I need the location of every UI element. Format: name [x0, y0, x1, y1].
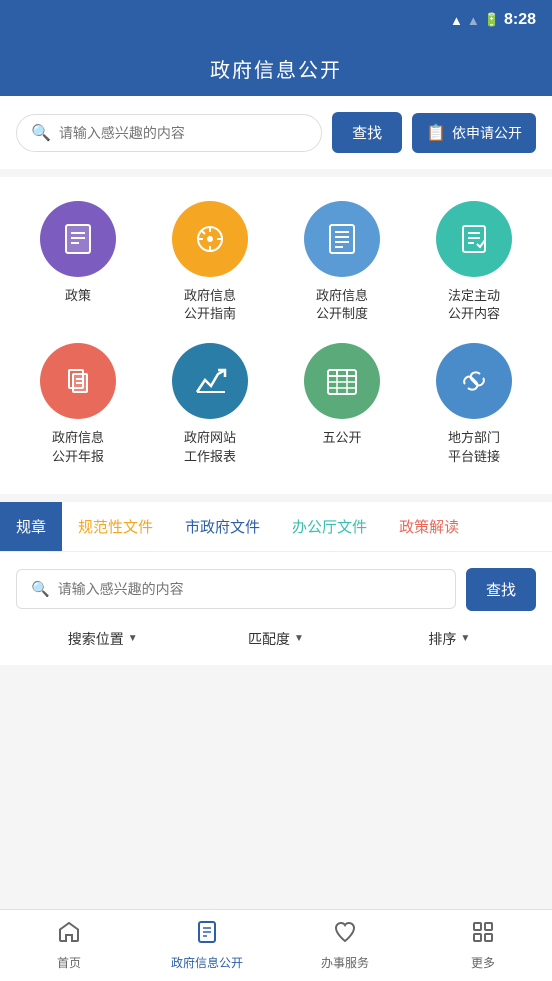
nav-services-label: 办事服务	[321, 954, 369, 971]
icon-item-report[interactable]: 政府网站工作报表	[148, 343, 272, 465]
legal-label: 法定主动公开内容	[448, 287, 500, 323]
tab-city[interactable]: 市政府文件	[169, 502, 276, 551]
nav-home[interactable]: 首页	[0, 910, 138, 981]
local-icon	[455, 362, 493, 400]
document-icon	[195, 920, 219, 950]
icon-system-circle	[304, 201, 380, 277]
icon-item-annual[interactable]: 政府信息公开年报	[16, 343, 140, 465]
apply-button[interactable]: 📋 依申请公开	[412, 113, 536, 153]
search-icon: 🔍	[31, 123, 51, 143]
local-label: 地方部门平台链接	[448, 429, 500, 465]
report-label: 政府网站工作报表	[184, 429, 236, 465]
annual-icon	[59, 362, 97, 400]
guide-icon	[191, 220, 229, 258]
sort-arrow-icon: ▼	[460, 633, 470, 644]
signal-icon: ▲	[450, 13, 463, 28]
tab-office-label: 办公厅文件	[292, 519, 367, 536]
nav-home-label: 首页	[57, 954, 81, 971]
battery-icon: 🔋	[484, 12, 500, 28]
status-icons: ▲ ▲ 🔋 8:28	[450, 11, 536, 29]
grid-icon	[471, 920, 495, 950]
filter-sort-label: 排序	[428, 629, 456, 649]
icon-five-circle	[304, 343, 380, 419]
legal-icon	[455, 220, 493, 258]
icon-report-circle	[172, 343, 248, 419]
policy-label: 政策	[65, 287, 91, 305]
icons-section: 政策 政府信息公开指南	[0, 177, 552, 494]
tab-normative[interactable]: 规范性文件	[62, 502, 169, 551]
filter-row: 搜索位置 ▼ 匹配度 ▼ 排序 ▼	[0, 619, 552, 665]
icon-local-circle	[436, 343, 512, 419]
location-arrow-icon: ▼	[128, 633, 138, 644]
filter-match-label: 匹配度	[248, 629, 290, 649]
tab-search-button[interactable]: 查找	[466, 568, 536, 611]
home-icon	[57, 920, 81, 950]
tab-normative-label: 规范性文件	[78, 519, 153, 536]
system-icon	[323, 220, 361, 258]
tab-policy[interactable]: 政策解读	[383, 502, 475, 551]
five-label: 五公开	[322, 429, 361, 447]
no-signal-icon: ▲	[467, 13, 480, 28]
icon-guide-circle	[172, 201, 248, 277]
icon-policy-circle	[40, 201, 116, 277]
tab-search-section: 🔍 查找	[0, 552, 552, 619]
icon-item-guide[interactable]: 政府信息公开指南	[148, 201, 272, 323]
search-button[interactable]: 查找	[332, 112, 402, 153]
tabs-section: 规章 规范性文件 市政府文件 办公厅文件 政策解读 🔍 查找 搜索位置 ▼ 匹配…	[0, 502, 552, 665]
nav-more[interactable]: 更多	[414, 910, 552, 981]
tab-search-input-wrap[interactable]: 🔍	[16, 569, 456, 609]
tab-rules-label: 规章	[16, 519, 46, 536]
status-bar: ▲ ▲ 🔋 8:28	[0, 0, 552, 40]
icon-item-legal[interactable]: 法定主动公开内容	[412, 201, 536, 323]
icon-item-system[interactable]: 政府信息公开制度	[280, 201, 404, 323]
nav-gov-info[interactable]: 政府信息公开	[138, 910, 276, 981]
bottom-nav: 首页 政府信息公开 办事服务	[0, 909, 552, 981]
icon-item-local[interactable]: 地方部门平台链接	[412, 343, 536, 465]
search-section: 🔍 查找 📋 依申请公开	[0, 96, 552, 169]
nav-services[interactable]: 办事服务	[276, 910, 414, 981]
match-arrow-icon: ▼	[294, 633, 304, 644]
tab-rules[interactable]: 规章	[0, 502, 62, 551]
icons-grid: 政策 政府信息公开指南	[16, 201, 536, 466]
tab-search-icon: 🔍	[31, 580, 50, 598]
icon-legal-circle	[436, 201, 512, 277]
filter-location[interactable]: 搜索位置 ▼	[16, 629, 189, 649]
app-header: 政府信息公开	[0, 40, 552, 96]
tabs-header: 规章 规范性文件 市政府文件 办公厅文件 政策解读	[0, 502, 552, 552]
nav-gov-info-label: 政府信息公开	[171, 954, 243, 971]
filter-location-label: 搜索位置	[68, 629, 124, 649]
icon-item-five[interactable]: 五公开	[280, 343, 404, 465]
policy-icon	[59, 220, 97, 258]
icon-annual-circle	[40, 343, 116, 419]
apply-label: 依申请公开	[452, 123, 522, 143]
search-input[interactable]	[59, 125, 307, 141]
annual-label: 政府信息公开年报	[52, 429, 104, 465]
tab-office[interactable]: 办公厅文件	[276, 502, 383, 551]
search-input-wrap[interactable]: 🔍	[16, 114, 322, 152]
filter-match[interactable]: 匹配度 ▼	[189, 629, 362, 649]
filter-sort[interactable]: 排序 ▼	[363, 629, 536, 649]
five-icon	[323, 362, 361, 400]
tab-city-label: 市政府文件	[185, 519, 260, 536]
report-icon	[191, 362, 229, 400]
tab-search-input[interactable]	[58, 581, 441, 597]
tab-policy-label: 政策解读	[399, 519, 459, 536]
nav-more-label: 更多	[471, 954, 495, 971]
icon-item-policy[interactable]: 政策	[16, 201, 140, 323]
status-time: 8:28	[504, 11, 536, 29]
heart-icon	[333, 920, 357, 950]
apply-icon: 📋	[426, 123, 446, 143]
guide-label: 政府信息公开指南	[184, 287, 236, 323]
system-label: 政府信息公开制度	[316, 287, 368, 323]
page-title: 政府信息公开	[210, 54, 342, 83]
